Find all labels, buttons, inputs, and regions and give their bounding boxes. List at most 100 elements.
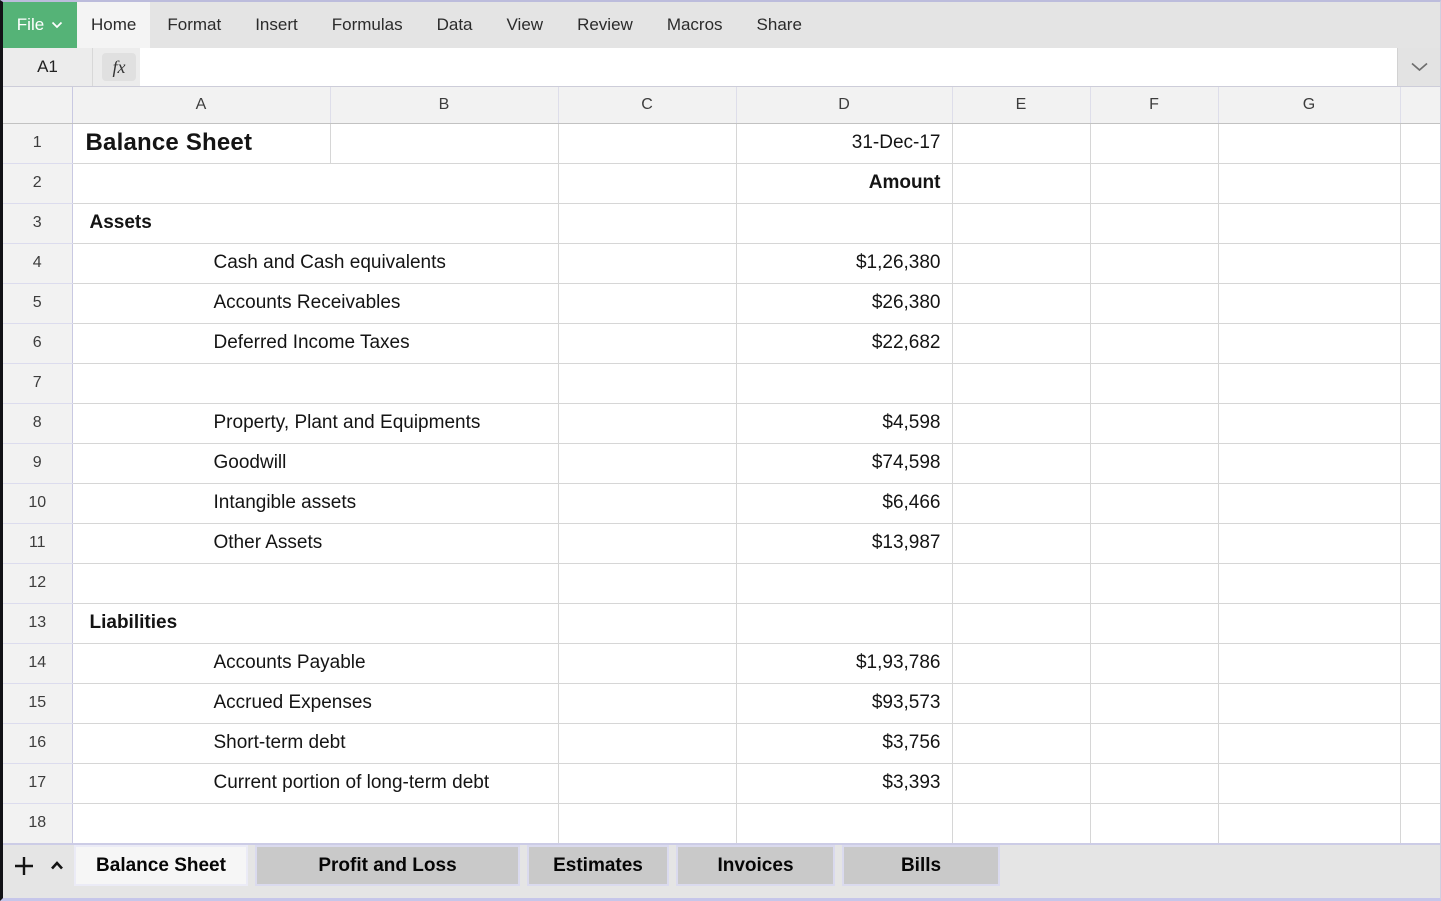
cell-G6[interactable] (1218, 323, 1400, 363)
cell-C10[interactable] (558, 483, 736, 523)
cell-E17[interactable] (952, 763, 1090, 803)
formula-bar-expand-button[interactable] (1397, 48, 1440, 86)
row-header-3[interactable]: 3 (3, 203, 72, 243)
menu-item-insert[interactable]: Insert (238, 2, 315, 48)
column-header-e[interactable]: E (952, 87, 1090, 123)
cell-H10[interactable] (1400, 483, 1440, 523)
cell-G16[interactable] (1218, 723, 1400, 763)
cell-D2[interactable]: Amount (736, 163, 952, 203)
cell-A2[interactable] (72, 163, 558, 203)
cell-H11[interactable] (1400, 523, 1440, 563)
cell-F17[interactable] (1090, 763, 1218, 803)
sheet-tab-bills[interactable]: Bills (842, 845, 1000, 886)
cell-D18[interactable] (736, 803, 952, 843)
row-header-11[interactable]: 11 (3, 523, 72, 563)
sheet-tab-balance-sheet[interactable]: Balance Sheet (74, 845, 248, 886)
column-header-c[interactable]: C (558, 87, 736, 123)
cell-A6[interactable]: Deferred Income Taxes (72, 323, 558, 363)
formula-input[interactable] (140, 48, 1397, 86)
cell-F18[interactable] (1090, 803, 1218, 843)
cell-E18[interactable] (952, 803, 1090, 843)
column-header-d[interactable]: D (736, 87, 952, 123)
column-header-b[interactable]: B (330, 87, 558, 123)
cell-C17[interactable] (558, 763, 736, 803)
cell-H4[interactable] (1400, 243, 1440, 283)
cell-A12[interactable] (72, 563, 558, 603)
cell-H1[interactable] (1400, 123, 1440, 163)
cell-H12[interactable] (1400, 563, 1440, 603)
cell-G17[interactable] (1218, 763, 1400, 803)
cell-F10[interactable] (1090, 483, 1218, 523)
menu-item-macros[interactable]: Macros (650, 2, 740, 48)
menu-item-data[interactable]: Data (420, 2, 490, 48)
cell-reference-box[interactable]: A1 (3, 48, 93, 86)
cell-F1[interactable] (1090, 123, 1218, 163)
cell-C18[interactable] (558, 803, 736, 843)
cell-A7[interactable] (72, 363, 558, 403)
cell-D5[interactable]: $26,380 (736, 283, 952, 323)
menu-item-format[interactable]: Format (150, 2, 238, 48)
cell-E10[interactable] (952, 483, 1090, 523)
cell-D11[interactable]: $13,987 (736, 523, 952, 563)
cell-G13[interactable] (1218, 603, 1400, 643)
cell-H2[interactable] (1400, 163, 1440, 203)
cell-D14[interactable]: $1,93,786 (736, 643, 952, 683)
cell-H3[interactable] (1400, 203, 1440, 243)
cell-D8[interactable]: $4,598 (736, 403, 952, 443)
cell-H15[interactable] (1400, 683, 1440, 723)
cell-A17[interactable]: Current portion of long-term debt (72, 763, 558, 803)
cell-G2[interactable] (1218, 163, 1400, 203)
cell-A15[interactable]: Accrued Expenses (72, 683, 558, 723)
cell-D16[interactable]: $3,756 (736, 723, 952, 763)
cell-E16[interactable] (952, 723, 1090, 763)
row-header-8[interactable]: 8 (3, 403, 72, 443)
cell-C6[interactable] (558, 323, 736, 363)
row-header-17[interactable]: 17 (3, 763, 72, 803)
cell-E12[interactable] (952, 563, 1090, 603)
cell-G5[interactable] (1218, 283, 1400, 323)
row-header-18[interactable]: 18 (3, 803, 72, 843)
cell-E13[interactable] (952, 603, 1090, 643)
row-header-7[interactable]: 7 (3, 363, 72, 403)
row-header-2[interactable]: 2 (3, 163, 72, 203)
row-header-9[interactable]: 9 (3, 443, 72, 483)
cell-B1[interactable] (330, 123, 558, 163)
cell-H18[interactable] (1400, 803, 1440, 843)
cell-H16[interactable] (1400, 723, 1440, 763)
cell-A3[interactable]: Assets (72, 203, 558, 243)
file-menu-button[interactable]: File (3, 2, 77, 48)
menu-item-home[interactable]: Home (77, 2, 150, 48)
row-header-1[interactable]: 1 (3, 123, 72, 163)
cell-D10[interactable]: $6,466 (736, 483, 952, 523)
cell-E8[interactable] (952, 403, 1090, 443)
cell-C2[interactable] (558, 163, 736, 203)
cell-C11[interactable] (558, 523, 736, 563)
cell-H8[interactable] (1400, 403, 1440, 443)
sheet-tab-invoices[interactable]: Invoices (676, 845, 835, 886)
cell-A8[interactable]: Property, Plant and Equipments (72, 403, 558, 443)
cell-E14[interactable] (952, 643, 1090, 683)
cell-G14[interactable] (1218, 643, 1400, 683)
cell-E4[interactable] (952, 243, 1090, 283)
cell-E11[interactable] (952, 523, 1090, 563)
row-header-16[interactable]: 16 (3, 723, 72, 763)
cell-G11[interactable] (1218, 523, 1400, 563)
cell-F3[interactable] (1090, 203, 1218, 243)
cell-C4[interactable] (558, 243, 736, 283)
add-sheet-button[interactable] (13, 855, 35, 877)
cell-F4[interactable] (1090, 243, 1218, 283)
cell-C14[interactable] (558, 643, 736, 683)
cell-H7[interactable] (1400, 363, 1440, 403)
row-header-6[interactable]: 6 (3, 323, 72, 363)
cell-F13[interactable] (1090, 603, 1218, 643)
cell-F14[interactable] (1090, 643, 1218, 683)
menu-item-review[interactable]: Review (560, 2, 650, 48)
cell-H6[interactable] (1400, 323, 1440, 363)
cell-E3[interactable] (952, 203, 1090, 243)
cell-C7[interactable] (558, 363, 736, 403)
cell-C13[interactable] (558, 603, 736, 643)
cell-G18[interactable] (1218, 803, 1400, 843)
cell-D6[interactable]: $22,682 (736, 323, 952, 363)
cell-D13[interactable] (736, 603, 952, 643)
row-header-10[interactable]: 10 (3, 483, 72, 523)
